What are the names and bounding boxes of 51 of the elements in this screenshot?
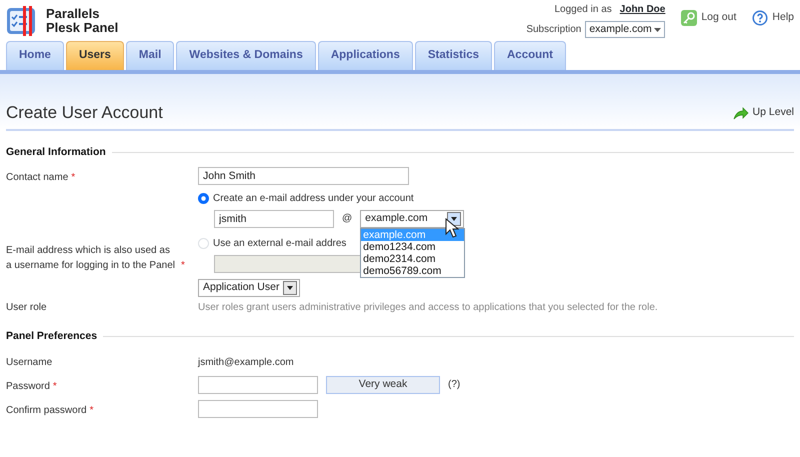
logo-icon [6,5,38,37]
radio-label: Create an e-mail address under your account [213,192,414,206]
at-sign: @ [342,212,352,226]
tab[interactable]: Applications [318,41,413,70]
subscription-label: Subscription [526,23,582,37]
section-title: Panel Preferences [6,328,98,344]
field-label: User role [6,300,47,315]
radio-button[interactable] [198,192,209,204]
help-mark[interactable]: (?) [448,377,460,392]
field-label: Confirm password [6,404,87,418]
select-field[interactable]: Application User [198,278,300,297]
dropdown-option[interactable]: demo2314.com [361,252,464,265]
user-name-link[interactable]: John Doe [620,2,666,17]
subscription-select[interactable]: example.com [585,21,666,38]
logged-in-label: Logged in as [554,3,612,17]
product-name: Parallels Plesk Panel [46,7,118,35]
tab[interactable]: Account [494,41,566,70]
required-mark: * [90,404,94,418]
field-label: Password [6,380,50,394]
field-label: E-mail address which is also used as a username for logging in to the Panel [6,244,176,273]
tab[interactable]: Statistics [414,41,492,70]
dropdown-option[interactable]: demo1234.com [361,240,464,253]
field-label: Contact name [6,170,68,185]
help-icon [752,10,768,26]
field-value: jsmith@example.com [198,356,294,370]
tab[interactable]: Users [66,41,124,70]
up-arrow-icon [732,106,749,120]
required-mark: * [71,170,76,185]
field-label: Username [6,356,52,370]
up-level-link[interactable]: Up Level [732,104,794,121]
dropdown-option[interactable]: demo56789.com [361,264,464,277]
key-icon [681,10,698,26]
local-part-field[interactable]: jsmith [214,210,334,228]
required-mark: * [52,380,57,394]
radio-label: Use an external e-mail addres [213,236,346,251]
tab[interactable]: Websites & Domains [176,41,316,70]
section-title: General Information [6,145,106,160]
hint-text: User roles grant users administrative privileges and access to applications that you selected for the role. [198,300,658,315]
caret-icon [283,280,298,295]
password-field[interactable] [198,376,318,394]
tab[interactable]: Home [6,41,64,70]
help-link[interactable]: Help [752,10,794,26]
tab[interactable]: Mail [126,41,174,70]
logout-link[interactable]: Log out [681,10,736,26]
caret-icon [654,28,662,32]
strength-meter: Very weak [326,376,440,394]
caret-icon [447,212,462,226]
page-title: Create User Account [6,102,163,123]
password-field[interactable] [198,400,318,418]
required-mark: * [181,258,185,273]
text-field[interactable]: John Smith [198,166,409,185]
